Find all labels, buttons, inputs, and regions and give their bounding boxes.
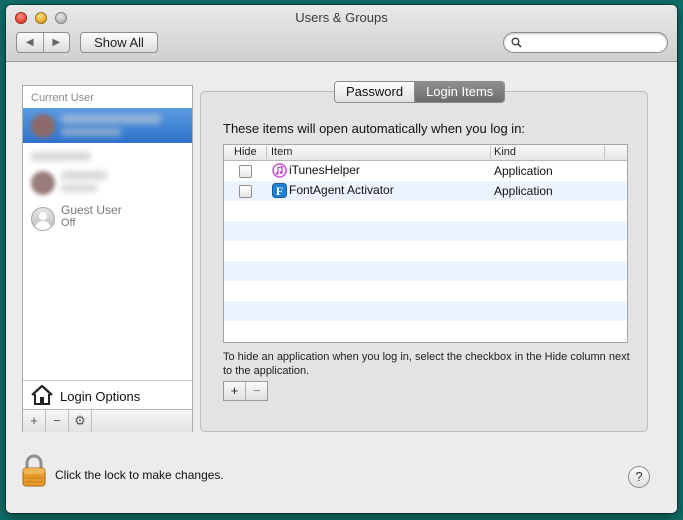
table-header: Hide Item Kind [224,145,627,161]
search-icon [511,37,522,48]
guest-user-name: Guest User [61,203,122,217]
guest-user-status: Off [61,217,76,229]
add-login-item-button[interactable]: + [224,382,245,400]
user-name-redacted [61,114,161,124]
tab-password[interactable]: Password [335,82,416,102]
hide-hint-text: To hide an application when you log in, … [223,351,630,377]
lock-message: Click the lock to make changes. [55,468,224,482]
window-title: Users & Groups [295,10,388,25]
hide-checkbox[interactable] [239,185,252,198]
back-button[interactable]: ◀ [17,33,44,52]
user-role-redacted [61,184,97,192]
show-all-button[interactable]: Show All [80,32,158,53]
add-user-button[interactable]: + [23,410,46,432]
column-header-hide[interactable]: Hide [234,146,257,158]
itunes-helper-icon [272,163,287,178]
item-name: iTunesHelper [289,163,360,177]
user-role-redacted [61,128,121,136]
forward-button[interactable]: ▶ [44,33,70,52]
user-name-redacted [61,171,107,180]
remove-login-item-button[interactable]: − [245,382,267,400]
sidebar-button-bar: + − ⚙ [23,409,192,432]
users-sidebar: Current User Guest User Off Login Option… [22,85,193,432]
add-remove-control: + − [223,381,268,401]
table-row[interactable]: iTunesHelper Application [224,161,627,181]
hide-checkbox[interactable] [239,165,252,178]
lock-icon[interactable] [21,454,47,488]
back-forward-control: ◀ ▶ [16,32,70,53]
item-kind: Application [494,164,553,178]
login-options-item[interactable]: Login Options [23,380,192,409]
item-kind: Application [494,184,553,198]
other-users-header-redacted [31,152,91,161]
svg-text:F: F [276,184,283,198]
tab-bar: Password Login Items [334,81,506,103]
item-name: FontAgent Activator [289,183,394,197]
fontagent-icon: F [272,183,287,198]
search-field[interactable] [503,32,668,53]
house-icon [31,384,53,405]
user-avatar [31,171,55,195]
guest-avatar-icon [31,207,55,231]
login-items-description: These items will open automatically when… [223,121,526,136]
remove-user-button[interactable]: − [46,410,69,432]
login-items-table: Hide Item Kind iTunesHelper Application … [223,144,628,343]
sidebar-item-other-user[interactable] [23,166,192,198]
help-button[interactable]: ? [628,466,650,488]
login-options-label: Login Options [60,389,141,404]
sidebar-item-current-user[interactable] [23,108,192,143]
back-arrow-icon: ◀ [25,37,34,48]
title-bar: Users & Groups ◀ ▶ Show All [6,5,677,62]
sidebar-header-current-user: Current User [31,92,94,104]
user-avatar [31,114,55,138]
forward-arrow-icon: ▶ [52,37,61,48]
tab-login-items[interactable]: Login Items [415,82,505,102]
table-row[interactable]: F FontAgent Activator Application [224,181,627,201]
action-gear-icon[interactable]: ⚙ [69,410,92,432]
column-header-item[interactable]: Item [271,146,292,158]
column-header-kind[interactable]: Kind [494,146,516,158]
